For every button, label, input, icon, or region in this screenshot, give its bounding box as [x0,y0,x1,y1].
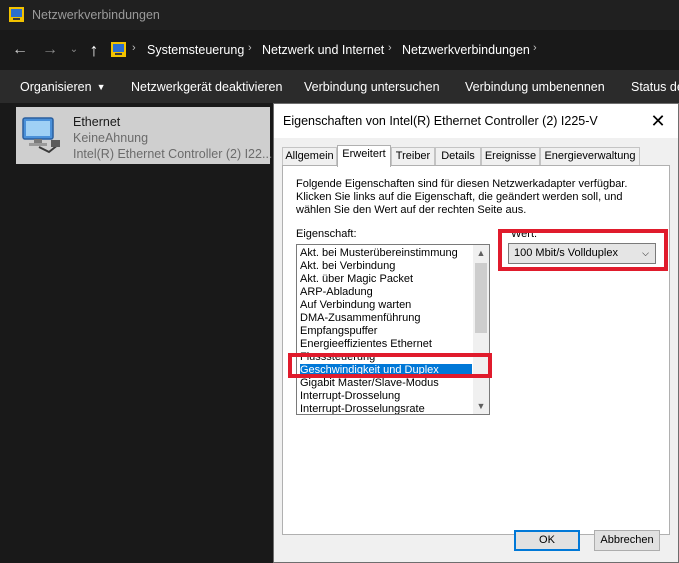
advanced-tab-panel: Folgende Eigenschaften sind für diesen N… [282,165,670,535]
rename-connection-button[interactable]: Verbindung umbenennen [465,80,605,94]
breadcrumb-separator-icon[interactable]: › [132,42,136,54]
control-panel-icon [9,7,24,22]
list-item[interactable]: Akt. bei Musterübereinstimmung [300,247,472,260]
list-item[interactable]: Interrupt-Drosselungsrate [300,403,472,414]
list-item[interactable]: Akt. bei Verbindung [300,260,472,273]
breadcrumb-network-connections[interactable]: Netzwerkverbindungen [402,43,530,57]
cancel-button[interactable]: Abbrechen [594,530,660,551]
window-title-bar: Netzwerkverbindungen [0,0,679,30]
organize-label: Organisieren [20,80,92,94]
property-listbox[interactable]: Akt. bei Musterübereinstimmung Akt. bei … [296,244,490,415]
list-item[interactable]: ARP-Abladung [300,286,472,299]
scroll-down-icon[interactable]: ▼ [473,398,489,414]
command-bar: Organisieren ▼ Netzwerkgerät deaktivieren… [0,70,679,103]
tab-treiber[interactable]: Treiber [391,147,435,165]
list-scrollbar[interactable]: ▲ ▼ [473,245,489,414]
dropdown-caret-icon: ▼ [96,82,106,92]
organize-menu[interactable]: Organisieren ▼ [20,80,106,94]
close-icon[interactable]: ✕ [646,109,670,133]
breadcrumb-separator-icon[interactable]: › [533,42,537,54]
breadcrumb-separator-icon[interactable]: › [388,42,392,54]
adapter-properties-dialog: Eigenschaften von Intel(R) Ethernet Cont… [273,103,679,563]
breadcrumb-control-panel[interactable]: Systemsteuerung [147,43,244,57]
ethernet-connection-tile[interactable]: Ethernet KeineAhnung Intel(R) Ethernet C… [16,107,273,164]
control-panel-location-icon [111,42,126,57]
description-line: Folgende Eigenschaften sind für diesen N… [296,178,628,190]
dialog-title-bar: Eigenschaften von Intel(R) Ethernet Cont… [274,104,678,138]
list-item[interactable]: Interrupt-Drosselung [300,390,472,403]
back-arrow-icon[interactable]: ← [10,39,30,61]
highlight-box-value [498,229,668,271]
description-line: wählen Sie den Wert auf der rechten Seit… [296,204,527,216]
up-arrow-icon[interactable]: ↑ [84,39,104,61]
tab-energieverwaltung[interactable]: Energieverwaltung [540,147,640,165]
list-item[interactable]: Gigabit Master/Slave-Modus [300,377,472,390]
breadcrumb-network-internet[interactable]: Netzwerk und Internet [262,43,384,57]
list-item[interactable]: Akt. über Magic Packet [300,273,472,286]
connection-name: Ethernet [73,115,121,129]
network-adapter-icon [22,117,60,154]
list-item[interactable]: DMA-Zusammenführung [300,312,472,325]
tab-details[interactable]: Details [435,147,481,165]
recent-locations-chevron-icon[interactable]: ⌄ [64,39,84,61]
scroll-thumb[interactable] [475,263,487,333]
ok-button[interactable]: OK [514,530,580,551]
breadcrumb-separator-icon[interactable]: › [248,42,252,54]
list-item[interactable]: Empfangspuffer [300,325,472,338]
forward-arrow-icon[interactable]: → [40,39,60,61]
connection-network: KeineAhnung [73,131,149,145]
scroll-up-icon[interactable]: ▲ [473,245,489,261]
list-item[interactable]: Auf Verbindung warten [300,299,472,312]
address-row: ← → ⌄ ↑ › Systemsteuerung › Netzwerk und… [0,30,679,70]
tab-erweitert[interactable]: Erweitert [337,145,391,167]
window-title: Netzwerkverbindungen [32,8,160,22]
disable-device-button[interactable]: Netzwerkgerät deaktivieren [131,80,282,94]
address-bar[interactable]: › Systemsteuerung › Netzwerk und Interne… [107,38,679,63]
description-text: Folgende Eigenschaften sind für diesen N… [296,178,656,217]
description-line: Klicken Sie links auf die Eigenschaft, d… [296,191,623,203]
status-button[interactable]: Status de [631,80,679,94]
highlight-box-property [288,353,492,378]
diagnose-connection-button[interactable]: Verbindung untersuchen [304,80,440,94]
tab-ereignisse[interactable]: Ereignisse [481,147,540,165]
list-item[interactable]: Energieeffizientes Ethernet [300,338,472,351]
tab-allgemein[interactable]: Allgemein [282,147,337,165]
dialog-title: Eigenschaften von Intel(R) Ethernet Cont… [283,114,598,128]
connection-device: Intel(R) Ethernet Controller (2) I22... [73,147,273,161]
property-label: Eigenschaft: [296,228,357,240]
